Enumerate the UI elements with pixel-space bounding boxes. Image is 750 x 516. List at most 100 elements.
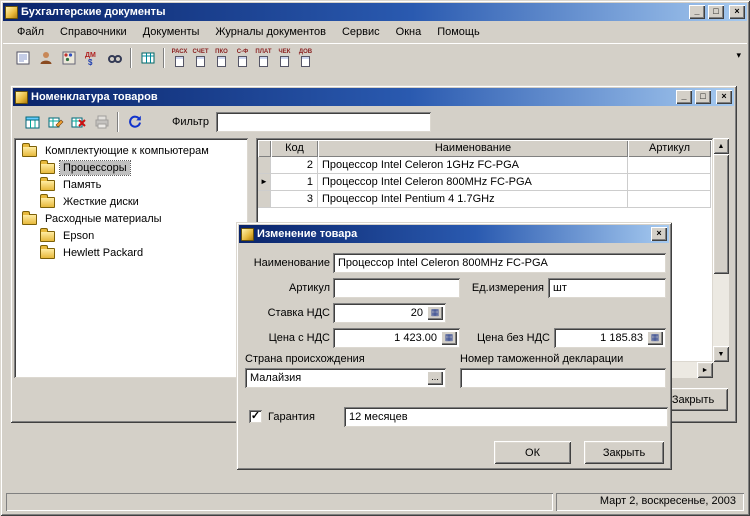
document-icon — [301, 55, 310, 67]
column-header-name[interactable]: Наименование — [318, 140, 628, 157]
table-row[interactable]: 2 Процессор Intel Celeron 1GHz FC-PGA — [258, 157, 711, 174]
warranty-checkbox[interactable]: ✓ — [249, 410, 262, 423]
currency-icon[interactable]: ДМ $ — [80, 47, 103, 69]
main-minimize-icon[interactable]: _ — [689, 5, 705, 19]
catalog-maximize-icon[interactable]: □ — [695, 90, 711, 104]
table-row[interactable]: 3 Процессор Intel Pentium 4 1.7GHz — [258, 191, 711, 208]
column-header-article[interactable]: Артикул — [628, 140, 711, 157]
price-with-vat-label: Цена с НДС — [268, 332, 330, 344]
menu-file[interactable]: Файл — [9, 23, 52, 41]
tree-item[interactable]: Комплектующие к компьютерам — [16, 142, 246, 159]
price-with-vat-calculator-icon[interactable]: ▦ — [441, 331, 457, 345]
binoculars-icon[interactable] — [103, 47, 126, 69]
cell-article — [628, 157, 711, 174]
tree-item[interactable]: Процессоры — [16, 159, 246, 176]
main-titlebar[interactable]: Бухгалтерские документы _ □ × — [3, 3, 747, 21]
document-icon — [196, 55, 205, 67]
scroll-up-icon[interactable]: ▲ — [713, 138, 729, 154]
scroll-down-icon[interactable]: ▼ — [713, 346, 729, 362]
catalog-title: Номенклатура товаров — [31, 91, 158, 103]
edit-record-icon[interactable] — [44, 111, 67, 133]
dialog-close-button[interactable]: Закрыть — [584, 441, 664, 464]
menu-documents[interactable]: Документы — [135, 23, 208, 41]
vertical-scroll-thumb[interactable] — [713, 154, 729, 274]
grid-vertical-scrollbar[interactable]: ▲ ▼ — [713, 138, 729, 362]
doc-type-button-chek[interactable]: ЧЕК — [274, 46, 295, 70]
doc-type-button-schet[interactable]: СЧЕТ — [190, 46, 211, 70]
journal-icon[interactable] — [11, 47, 34, 69]
name-input[interactable] — [333, 253, 666, 273]
status-date: Март 2, воскресенье, 2003 — [556, 493, 744, 511]
folder-icon — [40, 194, 55, 208]
main-maximize-icon[interactable]: □ — [708, 5, 724, 19]
dialog-close-icon[interactable]: × — [651, 227, 667, 241]
tree-item[interactable]: Epson — [16, 227, 246, 244]
dialog-titlebar[interactable]: Изменение товара × — [239, 225, 669, 243]
tree-item-label: Процессоры — [59, 159, 131, 176]
table-icon[interactable] — [136, 47, 159, 69]
tree-item[interactable]: Hewlett Packard — [16, 244, 246, 261]
scroll-right-icon[interactable]: ► — [697, 362, 713, 378]
tree-item[interactable]: Жесткие диски — [16, 193, 246, 210]
table-row[interactable]: ► 1 Процессор Intel Celeron 800MHz FC-PG… — [258, 174, 711, 191]
category-tree: Комплектующие к компьютерам Процессоры П… — [14, 138, 248, 378]
doc-type-button-sf[interactable]: С-Ф — [232, 46, 253, 70]
menu-help[interactable]: Помощь — [429, 23, 488, 41]
edit-product-dialog: Изменение товара × Наименование Артикул … — [236, 222, 672, 470]
toolbar-separator — [117, 112, 119, 132]
customs-input[interactable] — [460, 368, 666, 388]
status-panel-main — [6, 493, 553, 511]
main-menubar: Файл Справочники Документы Журналы докум… — [3, 22, 747, 42]
menu-service[interactable]: Сервис — [334, 23, 388, 41]
customs-label: Номер таможенной декларации — [460, 353, 624, 365]
filter-input[interactable] — [215, 112, 431, 132]
unit-input[interactable] — [548, 278, 666, 298]
table-view-icon[interactable] — [21, 111, 44, 133]
country-picker-icon[interactable]: ... — [427, 371, 443, 385]
menu-references[interactable]: Справочники — [52, 23, 135, 41]
warranty-input[interactable] — [344, 407, 668, 427]
vat-rate-calculator-icon[interactable]: ▦ — [427, 306, 443, 320]
folder-icon — [40, 228, 55, 242]
accounts-icon[interactable] — [57, 47, 80, 69]
doc-type-button-rasx[interactable]: РАСХ — [169, 46, 190, 70]
catalog-toolbar: Фильтр — [13, 109, 734, 135]
tree-item-label: Жесткие диски — [63, 195, 139, 208]
catalog-minimize-icon[interactable]: _ — [676, 90, 692, 104]
delete-record-icon[interactable] — [67, 111, 90, 133]
country-input[interactable] — [245, 368, 446, 388]
main-window-title: Бухгалтерские документы — [21, 6, 166, 18]
article-input[interactable] — [333, 278, 460, 298]
document-icon — [238, 55, 247, 67]
menu-windows[interactable]: Окна — [388, 23, 430, 41]
name-label: Наименование — [253, 257, 330, 269]
doc-type-button-plat[interactable]: ПЛАТ — [253, 46, 274, 70]
price-without-vat-calculator-icon[interactable]: ▦ — [647, 331, 663, 345]
catalog-close-icon[interactable]: × — [716, 90, 732, 104]
ok-button[interactable]: ОК — [494, 441, 571, 464]
statusbar: Март 2, воскресенье, 2003 — [3, 491, 747, 513]
main-close-icon[interactable]: × — [729, 5, 745, 19]
contractors-icon[interactable] — [34, 47, 57, 69]
country-label: Страна происхождения — [245, 353, 365, 365]
menu-document-journals[interactable]: Журналы документов — [207, 23, 334, 41]
folder-icon — [40, 177, 55, 191]
refresh-icon[interactable] — [123, 111, 146, 133]
tree-item-label: Hewlett Packard — [63, 246, 144, 259]
toolbar-separator — [130, 48, 132, 68]
doc-type-button-pko[interactable]: ПКО — [211, 46, 232, 70]
print-icon[interactable] — [90, 111, 113, 133]
catalog-titlebar[interactable]: Номенклатура товаров _ □ × — [13, 88, 734, 106]
warranty-label: Гарантия — [268, 411, 315, 423]
folder-icon — [22, 211, 37, 225]
tree-item[interactable]: Память — [16, 176, 246, 193]
document-icon — [175, 55, 184, 67]
column-header-code[interactable]: Код — [271, 140, 318, 157]
unit-label: Ед.измерения — [471, 282, 544, 294]
doc-type-button-dov[interactable]: ДОВ — [295, 46, 316, 70]
tree-item-label: Расходные материалы — [45, 212, 162, 225]
svg-text:$: $ — [88, 58, 93, 66]
tree-item[interactable]: Расходные материалы — [16, 210, 246, 227]
document-icon — [217, 55, 226, 67]
toolbar-overflow-icon[interactable]: ▾ — [736, 50, 741, 61]
